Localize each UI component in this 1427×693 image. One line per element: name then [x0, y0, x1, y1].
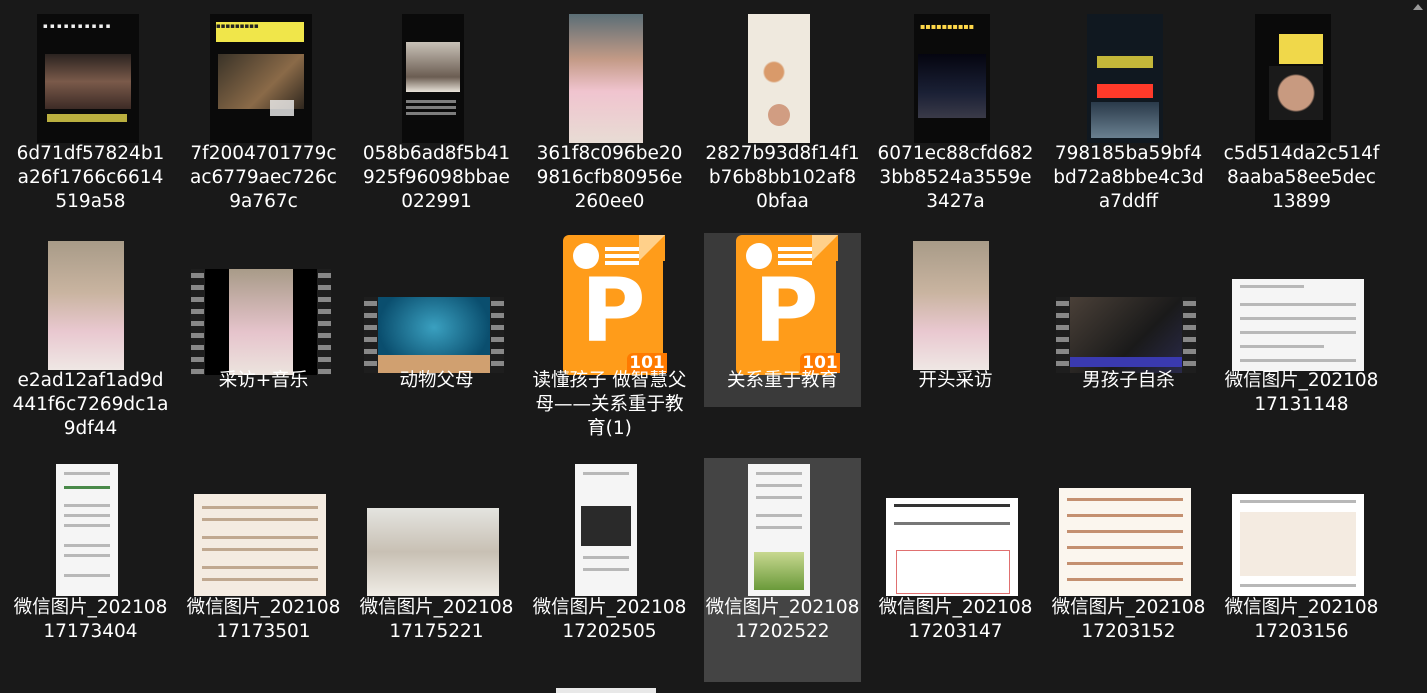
- file-item[interactable]: P 101 读懂孩子 做智慧父母——关系重于教育(1): [531, 227, 688, 451]
- file-item[interactable]: 微信图片_20210817203156: [1223, 454, 1380, 678]
- file-name: 男孩子自杀: [1082, 370, 1175, 391]
- file-item[interactable]: 开头采访: [877, 227, 1034, 451]
- file-item[interactable]: 微信图片_20210817203147: [877, 454, 1034, 678]
- image-thumbnail: [1050, 454, 1207, 596]
- file-item[interactable]: e2ad12af1ad9d441f6c7269dc1a9df44: [12, 227, 169, 451]
- file-name: 微信图片_20210817203147: [878, 597, 1033, 642]
- video-thumbnail: [1050, 227, 1207, 373]
- file-name: 微信图片_20210817203156: [1224, 597, 1379, 642]
- file-name: 动物父母: [399, 370, 474, 391]
- image-thumbnail: [531, 454, 688, 596]
- file-grid: ▪ ▪ ▪ ▪ ▪ ▪ ▪ ▪ ▪ ▪ 6d71df57824b1a26f176…: [0, 0, 1408, 693]
- file-name: 058b6ad8f5b41925f96098bbae022991: [362, 143, 511, 212]
- image-thumbnail: [877, 454, 1034, 596]
- file-item[interactable]: 采访+音乐: [185, 227, 342, 451]
- image-thumbnail: [704, 458, 861, 598]
- file-name: 微信图片_20210817203152: [1051, 597, 1206, 642]
- file-name: 微信图片_20210817175221: [359, 597, 514, 642]
- file-item[interactable]: 微信图片_20210817175221: [358, 454, 515, 678]
- video-thumbnail: [358, 227, 515, 373]
- video-thumbnail: [185, 227, 342, 375]
- image-thumbnail: [12, 454, 169, 596]
- video-thumbnail: [1050, 0, 1207, 143]
- file-item[interactable]: c5d514da2c514f8aaba58ee5dec13899: [1223, 0, 1380, 224]
- file-name: 开头采访: [918, 370, 993, 391]
- file-name: 798185ba59bf4bd72a8bbe4c3da7ddff: [1053, 143, 1204, 212]
- file-name: 微信图片_20210817202522: [705, 597, 860, 642]
- file-item[interactable]: 动物父母: [358, 227, 515, 451]
- image-thumbnail: [1223, 227, 1380, 371]
- file-name: 微信图片_20210817202505: [532, 597, 687, 642]
- photo-thumbnail: [531, 0, 688, 143]
- file-item[interactable]: 2827b93d8f14f1b76b8bb102af80bfaa: [704, 0, 861, 224]
- image-thumbnail: [1223, 454, 1380, 596]
- file-name: e2ad12af1ad9d441f6c7269dc1a9df44: [12, 370, 169, 439]
- image-thumbnail: [185, 454, 342, 596]
- vertical-scrollbar[interactable]: [1408, 0, 1427, 693]
- file-item[interactable]: 微信图片_20210817203152: [1050, 454, 1207, 678]
- photo-thumbnail: [12, 227, 169, 370]
- file-name: 关系重于教育: [726, 370, 838, 391]
- video-thumbnail: [358, 0, 515, 143]
- ppt-file-icon: P 101: [704, 233, 861, 375]
- file-name: 6d71df57824b1a26f1766c6614519a58: [16, 143, 165, 212]
- file-item[interactable]: ▪▪▪▪▪▪▪▪▪▪ 6071ec88cfd6823bb8524a3559e34…: [877, 0, 1034, 224]
- file-name: c5d514da2c514f8aaba58ee5dec13899: [1223, 143, 1380, 212]
- file-item[interactable]: ▪ ▪ ▪ ▪ ▪ ▪ ▪ ▪ ▪ ▪ 6d71df57824b1a26f176…: [12, 0, 169, 224]
- file-name: 采访+音乐: [218, 370, 309, 391]
- scroll-up-arrow-icon[interactable]: [1413, 4, 1423, 10]
- ppt-file-icon: P 101: [531, 227, 688, 375]
- file-name: 读懂孩子 做智慧父母——关系重于教育(1): [532, 370, 687, 439]
- file-item[interactable]: 361f8c096be209816cfb80956e260ee0: [531, 0, 688, 224]
- file-name: 微信图片_20210817173501: [186, 597, 341, 642]
- file-item[interactable]: 微信图片_20210817131148: [1223, 227, 1380, 451]
- file-item-selected[interactable]: 微信图片_20210817202522: [704, 458, 861, 682]
- file-name: 7f2004701779cac6779aec726c9a767c: [190, 143, 337, 212]
- file-item[interactable]: 798185ba59bf4bd72a8bbe4c3da7ddff: [1050, 0, 1207, 224]
- file-name: 361f8c096be209816cfb80956e260ee0: [536, 143, 683, 212]
- video-thumbnail: [704, 0, 861, 143]
- video-thumbnail: ▪▪▪▪▪▪▪▪▪: [185, 0, 342, 143]
- file-item[interactable]: 微信图片_20210817202505: [531, 454, 688, 678]
- file-item[interactable]: ▪▪▪▪▪▪▪▪▪ 7f2004701779cac6779aec726c9a76…: [185, 0, 342, 224]
- file-name: 6071ec88cfd6823bb8524a3559e3427a: [877, 143, 1034, 212]
- file-item[interactable]: 微信图片_20210817173501: [185, 454, 342, 678]
- file-item[interactable]: 微信图片_20210817173404: [12, 454, 169, 678]
- partial-thumbnail: [556, 688, 656, 693]
- file-name: 2827b93d8f14f1b76b8bb102af80bfaa: [705, 143, 860, 212]
- video-thumbnail: ▪▪▪▪▪▪▪▪▪▪: [877, 0, 1034, 143]
- file-name: 微信图片_20210817131148: [1224, 370, 1379, 415]
- photo-thumbnail: [358, 454, 515, 596]
- file-item[interactable]: 058b6ad8f5b41925f96098bbae022991: [358, 0, 515, 224]
- video-thumbnail: ▪ ▪ ▪ ▪ ▪ ▪ ▪ ▪ ▪ ▪: [12, 0, 169, 143]
- file-item-selected[interactable]: P 101 关系重于教育: [704, 233, 861, 407]
- file-item[interactable]: 男孩子自杀: [1050, 227, 1207, 451]
- photo-thumbnail: [877, 227, 1034, 370]
- video-thumbnail: [1223, 0, 1380, 143]
- file-name: 微信图片_20210817173404: [13, 597, 168, 642]
